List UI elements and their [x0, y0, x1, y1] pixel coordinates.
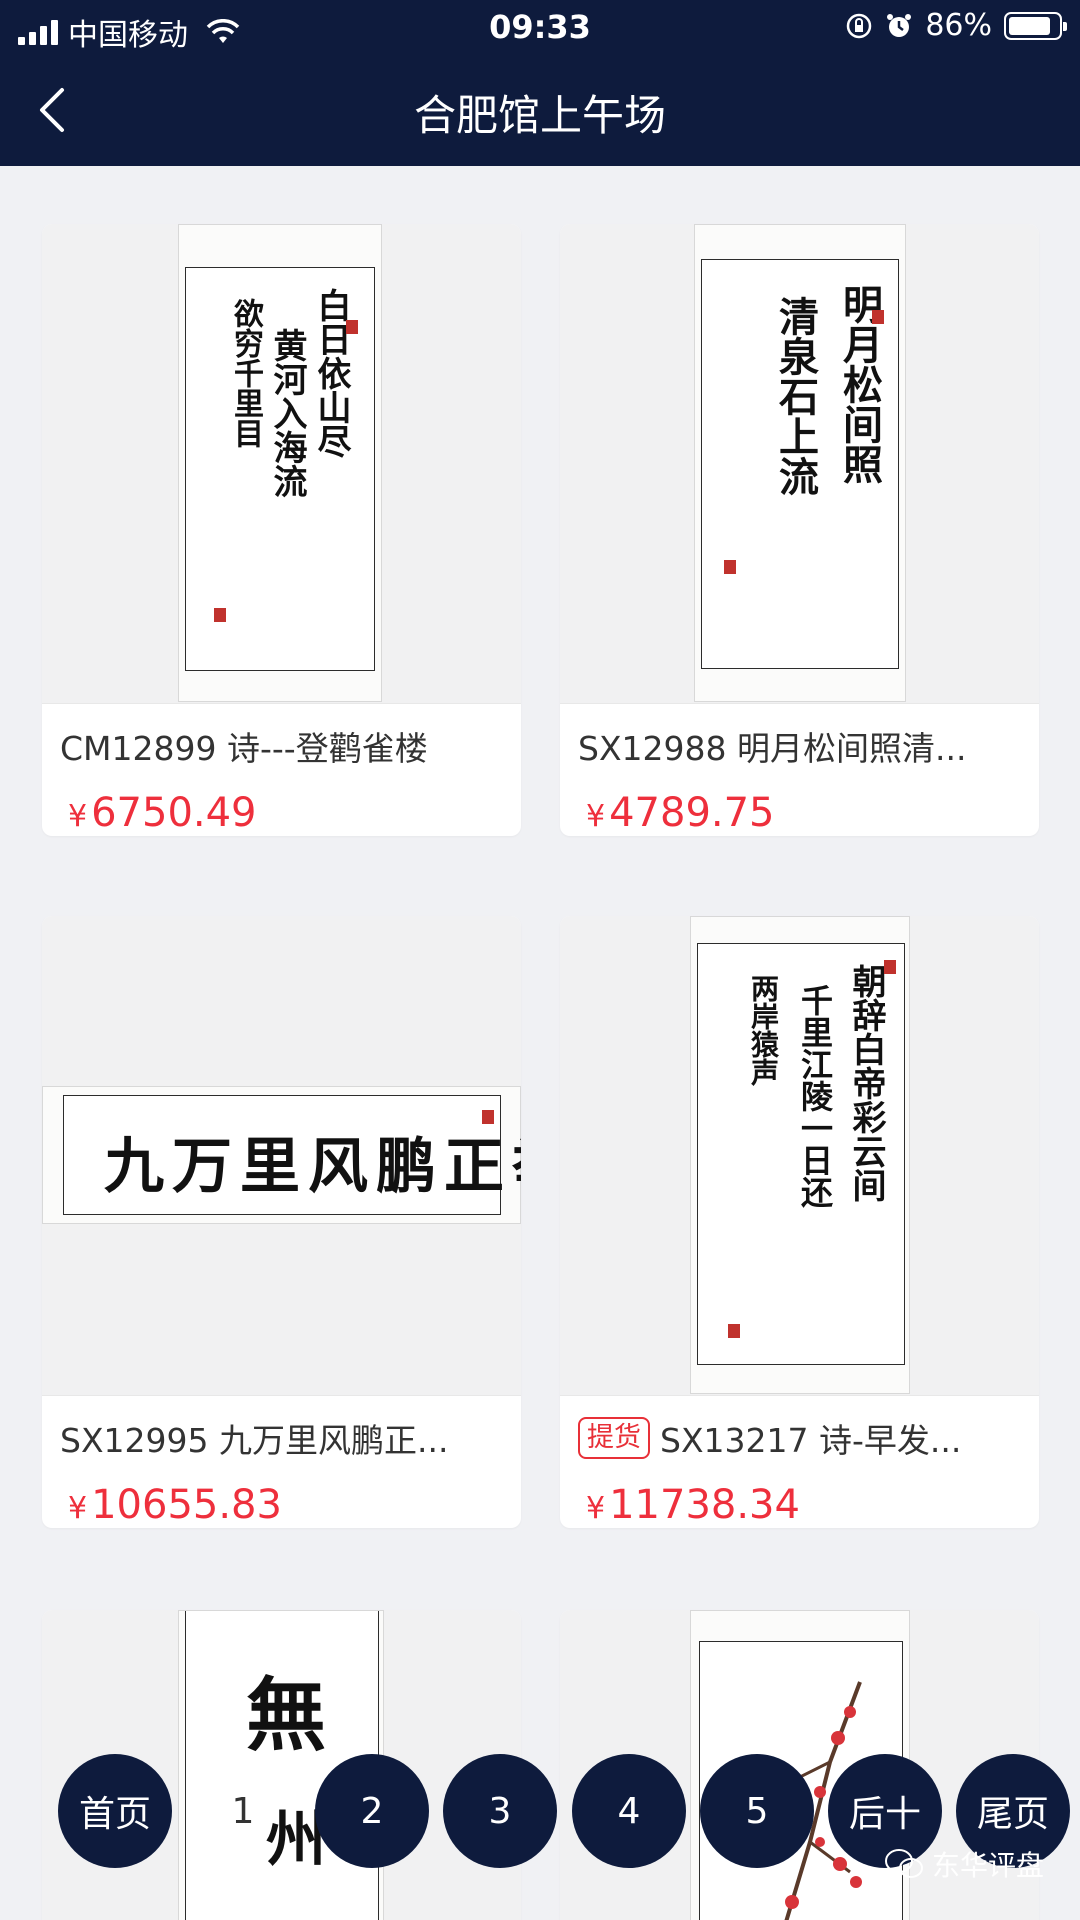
product-name: 提货 SX13217 诗-早发...: [578, 1414, 1021, 1462]
page-5-button[interactable]: 5: [700, 1754, 814, 1868]
watermark: 东华评盘: [884, 1844, 1044, 1884]
product-card[interactable]: 白日依山尽 黄河入海流 欲穷千里目 CM12899 诗---登鹳雀楼 ¥6750…: [42, 224, 521, 836]
status-right: 86%: [845, 8, 1067, 43]
product-name: SX12988 明月松间照清...: [578, 729, 967, 768]
product-card[interactable]: 明月松间照 清泉石上流 SX12988 明月松间照清... ¥4789.75: [560, 224, 1039, 836]
wechat-icon: [884, 1849, 923, 1878]
product-price: ¥11738.34: [586, 1482, 800, 1528]
first-page-button[interactable]: 首页: [58, 1754, 172, 1868]
battery-percent: 86%: [925, 8, 992, 43]
page-4-button[interactable]: 4: [572, 1754, 686, 1868]
product-info: SX12995 九万里风鹏正... ¥10655.83: [42, 1396, 521, 1528]
product-card[interactable]: 九万里风鹏正举 SX12995 九万里风鹏正... ¥10655.83: [42, 916, 521, 1528]
product-price: ¥4789.75: [586, 790, 775, 836]
product-image: 白日依山尽 黄河入海流 欲穷千里目: [42, 224, 521, 704]
product-info: SX12988 明月松间照清... ¥4789.75: [560, 704, 1039, 836]
product-price: ¥6750.49: [68, 790, 257, 836]
rotation-lock-icon: [847, 13, 872, 38]
product-name: SX12995 九万里风鹏正...: [60, 1421, 449, 1460]
product-info: 提货 SX13217 诗-早发... ¥11738.34: [560, 1396, 1039, 1528]
battery-icon: [1004, 11, 1067, 40]
top-bar: 中国移动 09:33 86% 合肥馆上午场: [0, 0, 1080, 166]
watermark-text: 东华评盘: [931, 1849, 1044, 1882]
page-1-button[interactable]: 1: [186, 1754, 300, 1868]
product-price: ¥10655.83: [68, 1482, 282, 1528]
product-name: CM12899 诗---登鹳雀楼: [60, 729, 428, 768]
product-card[interactable]: 朝辞白帝彩云间 千里江陵一日还 两岸猿声 提货 SX13217 诗-早发... ¥…: [560, 916, 1039, 1528]
alarm-icon: [887, 13, 912, 37]
product-image: 九万里风鹏正举: [42, 916, 521, 1396]
product-image: 朝辞白帝彩云间 千里江陵一日还 两岸猿声: [560, 916, 1039, 1396]
pickup-tag: 提货: [578, 1417, 650, 1459]
page-2-button[interactable]: 2: [315, 1754, 429, 1868]
page-3-button[interactable]: 3: [443, 1754, 557, 1868]
page-title: 合肥馆上午场: [413, 91, 666, 140]
nav-bar: 合肥馆上午场: [0, 56, 1080, 166]
status-bar: 中国移动 09:33 86%: [0, 0, 1080, 56]
product-info: CM12899 诗---登鹳雀楼 ¥6750.49: [42, 704, 521, 836]
product-image: 明月松间照 清泉石上流: [560, 224, 1039, 704]
